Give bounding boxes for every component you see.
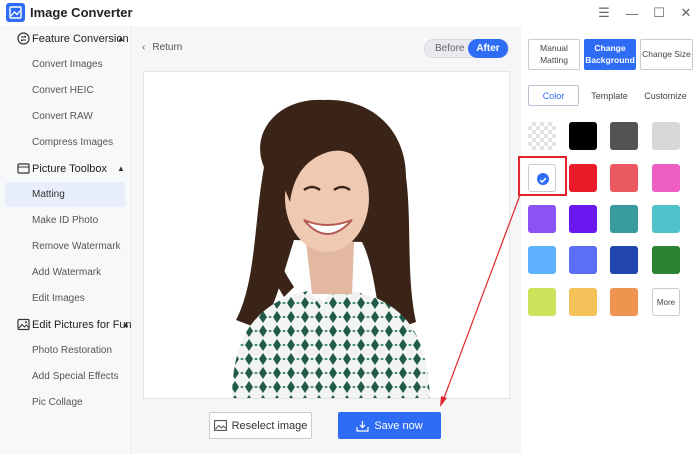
sidebar-group-label: Feature Conversion — [32, 33, 129, 45]
sidebar-item-label: Convert HEIC — [32, 85, 94, 96]
manual-matting-button[interactable]: Manual Matting — [528, 39, 580, 70]
app-title: Image Converter — [30, 5, 133, 20]
portrait-image — [232, 99, 430, 398]
toggle-after[interactable]: After — [468, 39, 508, 58]
settings-panel: Manual Matting Change Background Change … — [518, 26, 700, 454]
save-label: Save now — [374, 419, 423, 432]
swatch-color[interactable] — [569, 246, 597, 274]
sidebar-group-edit-pictures-for-fun[interactable]: Edit Pictures for Fun ▲ — [0, 313, 132, 337]
change-background-button[interactable]: Change Background — [584, 39, 636, 70]
swatch-white-selected[interactable] — [518, 156, 567, 196]
sidebar-item-photo-restoration[interactable]: Photo Restoration — [5, 338, 125, 363]
sidebar-item-label: Add Special Effects — [32, 371, 119, 382]
sidebar-item-label: Add Watermark — [32, 267, 102, 278]
sidebar-item-convert-heic[interactable]: Convert HEIC — [5, 78, 125, 103]
swatch-color[interactable] — [610, 205, 638, 233]
title-bar: Image Converter ☰ — ☐ ✕ — [0, 0, 700, 26]
save-now-button[interactable]: Save now — [338, 412, 441, 439]
sidebar-item-label: Remove Watermark — [32, 241, 121, 252]
sidebar-item-convert-images[interactable]: Convert Images — [5, 52, 125, 77]
tab-template[interactable]: Template — [584, 85, 635, 106]
swatch-color[interactable] — [610, 164, 638, 192]
swatch-color[interactable] — [528, 246, 556, 274]
sidebar-item-label: Pic Collage — [32, 397, 83, 408]
annotation-highlight-box — [518, 156, 567, 196]
sidebar-item-convert-raw[interactable]: Convert RAW — [5, 104, 125, 129]
download-icon — [356, 420, 369, 432]
before-after-toggle[interactable]: Before After — [424, 39, 509, 58]
sidebar-group-label: Edit Pictures for Fun — [32, 319, 132, 331]
swatch-color[interactable] — [652, 164, 680, 192]
app-logo-icon — [6, 3, 25, 22]
return-button[interactable]: ‹ Return — [142, 42, 182, 53]
more-colors-button[interactable]: More — [652, 288, 680, 316]
chevron-up-icon: ▲ — [117, 164, 125, 173]
sidebar-item-label: Photo Restoration — [32, 345, 113, 356]
sidebar-item-label: Convert Images — [32, 59, 103, 70]
swatch-color[interactable] — [569, 122, 597, 150]
sidebar-group-feature-conversion[interactable]: Feature Conversion ▲ — [0, 27, 131, 51]
reselect-label: Reselect image — [231, 419, 308, 432]
sidebar-item-label: Edit Images — [32, 293, 85, 304]
maximize-icon[interactable]: ☐ — [650, 4, 668, 22]
sidebar-item-label: Make ID Photo — [32, 215, 99, 226]
sidebar-item-label: Matting — [32, 189, 65, 200]
sidebar-item-add-watermark[interactable]: Add Watermark — [5, 260, 125, 285]
swatch-color[interactable] — [528, 205, 556, 233]
swatch-color[interactable] — [610, 288, 638, 316]
sidebar-group-picture-toolbox[interactable]: Picture Toolbox ▲ — [0, 157, 131, 181]
sidebar-item-label: Convert RAW — [32, 111, 93, 122]
swatch-transparent[interactable] — [528, 122, 556, 150]
swatch-color[interactable] — [569, 288, 597, 316]
image-icon — [213, 420, 227, 431]
swatch-color[interactable] — [610, 246, 638, 274]
swatch-color[interactable] — [652, 246, 680, 274]
sidebar-item-pic-collage[interactable]: Pic Collage — [5, 390, 125, 415]
menu-icon[interactable]: ☰ — [595, 4, 613, 22]
swatch-color[interactable] — [569, 164, 597, 192]
change-size-button[interactable]: Change Size — [640, 39, 693, 70]
return-label: Return — [152, 42, 183, 53]
convert-icon — [17, 32, 30, 45]
sidebar: Feature Conversion ▲ Convert Images Conv… — [0, 26, 132, 454]
swatch-color[interactable] — [569, 205, 597, 233]
sidebar-item-add-special-effects[interactable]: Add Special Effects — [5, 364, 125, 389]
tab-customize[interactable]: Customize — [640, 85, 691, 106]
chevron-left-icon: ‹ — [142, 42, 146, 53]
minimize-icon[interactable]: — — [623, 4, 641, 22]
sidebar-item-matting[interactable]: Matting — [5, 182, 125, 207]
sidebar-item-compress-images[interactable]: Compress Images — [5, 130, 125, 155]
tab-color[interactable]: Color — [528, 85, 579, 106]
main-area: ‹ Return Before After Reselect image Sav… — [131, 26, 521, 454]
close-icon[interactable]: ✕ — [677, 4, 695, 22]
reselect-image-button[interactable]: Reselect image — [209, 412, 312, 439]
sidebar-group-label: Picture Toolbox — [32, 163, 108, 175]
toggle-before[interactable]: Before — [435, 43, 464, 54]
swatch-color[interactable] — [610, 122, 638, 150]
sidebar-item-make-id-photo[interactable]: Make ID Photo — [5, 208, 125, 233]
sidebar-item-edit-images[interactable]: Edit Images — [5, 286, 125, 311]
chevron-up-icon: ▲ — [117, 34, 125, 43]
image-preview — [143, 71, 510, 399]
chevron-up-icon: ▲ — [122, 320, 130, 329]
sidebar-item-label: Compress Images — [32, 137, 114, 148]
swatch-color[interactable] — [652, 122, 680, 150]
swatch-color[interactable] — [652, 205, 680, 233]
toolbox-icon — [17, 163, 30, 174]
sidebar-item-remove-watermark[interactable]: Remove Watermark — [5, 234, 125, 259]
swatch-color[interactable] — [528, 288, 556, 316]
picture-fun-icon — [17, 318, 30, 331]
